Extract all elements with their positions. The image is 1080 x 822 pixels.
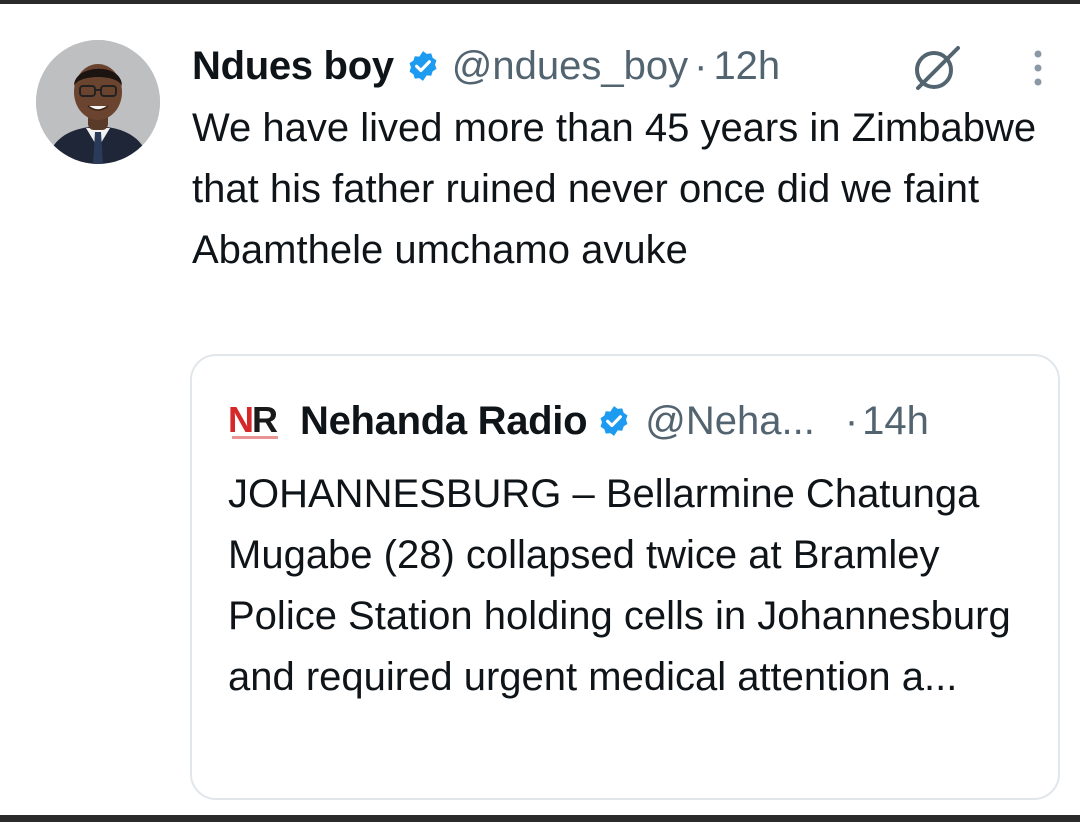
author-display-name[interactable]: Ndues boy (192, 44, 394, 89)
quoted-tweet-card[interactable]: N R Nehanda Radio @Neha... · 14h JOHANNE… (190, 354, 1060, 800)
nehanda-radio-logo-icon[interactable]: N R (228, 396, 286, 446)
logo-letter-n: N (228, 399, 254, 440)
profile-photo-icon (36, 40, 160, 164)
separator-dot: · (694, 43, 708, 88)
verified-badge-icon (597, 404, 631, 438)
tweet[interactable]: Ndues boy @ndues_boy · 12h We have lived… (0, 4, 1080, 815)
avatar[interactable] (36, 40, 160, 164)
tweet-text: We have lived more than 45 years in Zimb… (192, 106, 1037, 272)
quoted-tweet-timestamp[interactable]: 14h (862, 399, 929, 444)
quoted-tweet-header: N R Nehanda Radio @Neha... · 14h (228, 392, 929, 450)
separator-dot: · (844, 398, 859, 443)
bottom-frame-border (0, 815, 1080, 822)
quoted-author-display-name[interactable]: Nehanda Radio (300, 399, 588, 444)
tweet-header: Ndues boy @ndues_boy · 12h (192, 38, 780, 94)
more-options-icon[interactable] (1024, 44, 1052, 92)
grok-icon[interactable] (906, 40, 966, 96)
quoted-tweet-text: JOHANNESBURG – Bellarmine Chatunga Mugab… (228, 472, 1011, 699)
verified-badge-icon (406, 49, 440, 83)
quoted-author-handle[interactable]: @Neha... (645, 399, 815, 444)
logo-letter-r: R (252, 399, 278, 440)
tweet-timestamp[interactable]: 12h (713, 44, 780, 89)
author-handle[interactable]: @ndues_boy (452, 44, 688, 89)
